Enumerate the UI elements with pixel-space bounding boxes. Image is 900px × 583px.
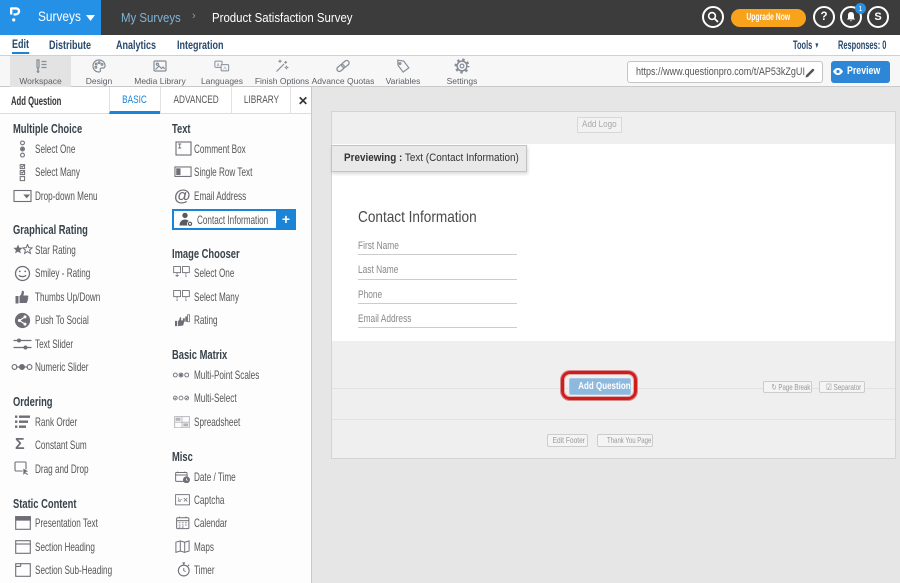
svg-text:kr: kr — [178, 498, 184, 504]
svg-text:a: a — [217, 63, 220, 68]
